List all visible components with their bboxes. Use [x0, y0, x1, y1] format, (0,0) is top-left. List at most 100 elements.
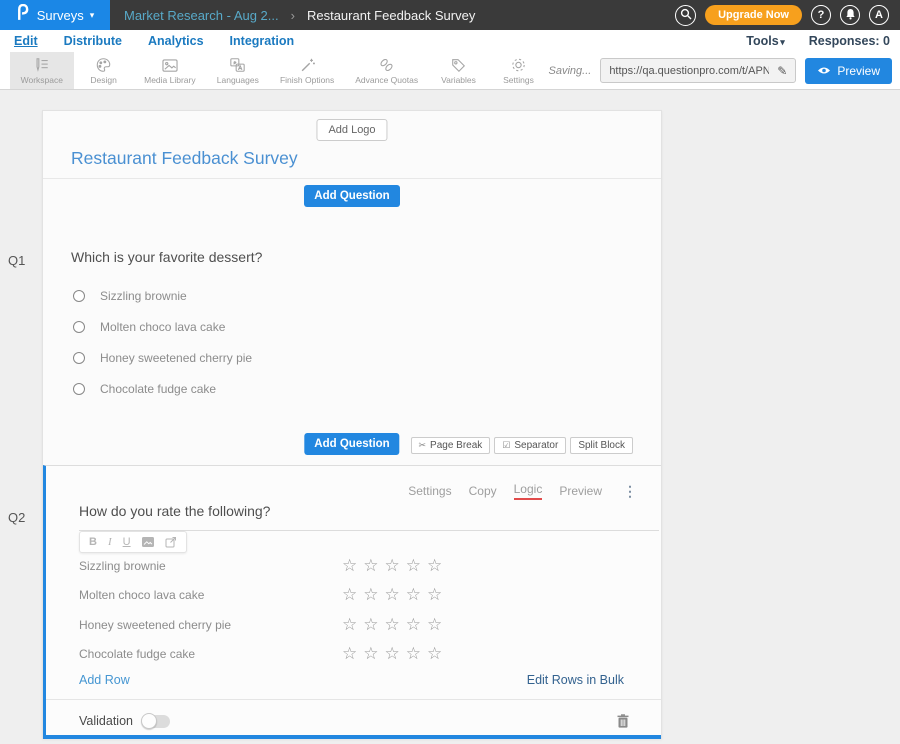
magic-wand-icon	[299, 56, 316, 73]
q2-footer-divider	[46, 699, 661, 700]
questionpro-logo-icon	[16, 4, 29, 26]
question-block-q2-selected[interactable]: Settings Copy Logic Preview ⋮ How do you…	[43, 465, 661, 739]
q2-preview-link[interactable]: Preview	[559, 484, 602, 498]
toolbar-item-finish-options[interactable]: Finish Options	[269, 52, 344, 89]
toggle-knob	[141, 713, 157, 729]
question-block-q1[interactable]: Which is your favorite dessert? Sizzling…	[43, 213, 661, 465]
q2-action-menu: Settings Copy Logic Preview ⋮	[408, 482, 637, 500]
validation-toggle[interactable]	[143, 715, 170, 728]
radio-icon[interactable]	[73, 321, 85, 333]
workspace-icon	[33, 56, 50, 73]
q2-question-input[interactable]: How do you rate the following?	[79, 503, 659, 531]
page-break-button[interactable]: ✂ Page Break	[411, 437, 491, 454]
insert-image-button[interactable]	[142, 537, 154, 547]
split-block-button[interactable]: Split Block	[570, 437, 633, 454]
breadcrumb-folder[interactable]: Market Research - Aug 2...	[124, 8, 279, 23]
q1-options: Sizzling brownie Molten choco lava cake …	[73, 289, 252, 396]
rating-row-3: Honey sweetened cherry pie ☆☆☆☆☆	[79, 610, 631, 640]
add-row-link[interactable]: Add Row	[79, 673, 130, 687]
edit-url-pencil-icon[interactable]: ✎	[769, 64, 795, 78]
survey-url-input[interactable]	[601, 65, 769, 77]
star-rating-icons[interactable]: ☆☆☆☆☆	[342, 585, 448, 605]
add-question-button-middle[interactable]: Add Question	[304, 433, 399, 455]
radio-icon[interactable]	[73, 290, 85, 302]
radio-icon[interactable]	[73, 383, 85, 395]
editor-toolbar: Workspace Design Media Library Languages…	[0, 52, 900, 90]
q1-question-text[interactable]: Which is your favorite dessert?	[71, 249, 262, 265]
add-question-button-top[interactable]: Add Question	[304, 185, 399, 207]
q2-copy-link[interactable]: Copy	[469, 484, 497, 498]
edit-rows-in-bulk-link[interactable]: Edit Rows in Bulk	[527, 673, 624, 687]
tab-distribute[interactable]: Distribute	[64, 34, 122, 48]
nav-tabs: Edit Distribute Analytics Integration	[14, 34, 294, 48]
chevron-down-icon: ▾	[90, 10, 95, 21]
chevron-down-icon: ▾	[780, 37, 785, 47]
toolbar-item-advance-quotas[interactable]: Advance Quotas	[345, 52, 429, 89]
q1-option-1[interactable]: Sizzling brownie	[73, 289, 252, 303]
search-button[interactable]	[675, 5, 696, 26]
q2-footer: Validation	[79, 706, 629, 736]
breadcrumb-chevron-icon: ›	[291, 8, 295, 23]
add-question-row-top: Add Question	[43, 179, 661, 213]
tools-menu[interactable]: Tools ▾	[746, 34, 784, 48]
insert-link-button[interactable]	[165, 536, 177, 548]
rating-row-2: Molten choco lava cake ☆☆☆☆☆	[79, 581, 631, 611]
rich-text-toolbar: B I U	[79, 531, 187, 553]
toolbar-item-workspace[interactable]: Workspace	[10, 52, 74, 89]
survey-title[interactable]: Restaurant Feedback Survey	[71, 148, 298, 169]
q2-logic-link[interactable]: Logic	[514, 482, 543, 500]
question-number-q1: Q1	[8, 253, 25, 268]
responses-count[interactable]: Responses: 0	[809, 34, 890, 48]
q2-settings-link[interactable]: Settings	[408, 484, 451, 498]
tab-analytics[interactable]: Analytics	[148, 34, 204, 48]
topbar: Surveys ▾ Market Research - Aug 2... › R…	[0, 0, 900, 30]
radio-icon[interactable]	[73, 352, 85, 364]
q1-option-4[interactable]: Chocolate fudge cake	[73, 382, 252, 396]
toolbar-item-languages[interactable]: Languages	[206, 52, 269, 89]
eye-icon	[817, 64, 831, 78]
notifications-button[interactable]	[840, 5, 860, 25]
q1-option-2[interactable]: Molten choco lava cake	[73, 320, 252, 334]
palette-icon	[95, 56, 112, 73]
toolbar-item-settings[interactable]: Settings	[489, 52, 549, 89]
star-rating-icons[interactable]: ☆☆☆☆☆	[342, 644, 448, 664]
gear-icon	[510, 56, 527, 73]
translate-icon	[229, 56, 246, 73]
bell-icon	[845, 8, 856, 23]
bold-button[interactable]: B	[89, 537, 97, 548]
q1-option-3[interactable]: Honey sweetened cherry pie	[73, 351, 252, 365]
italic-button[interactable]: I	[108, 537, 112, 548]
survey-card: Add Logo Restaurant Feedback Survey Add …	[42, 110, 662, 739]
tab-integration[interactable]: Integration	[230, 34, 295, 48]
tag-icon	[450, 56, 467, 73]
upgrade-now-button[interactable]: Upgrade Now	[705, 5, 802, 25]
surveys-menu[interactable]: Surveys ▾	[0, 0, 110, 30]
survey-header-section: Add Logo Restaurant Feedback Survey	[43, 111, 661, 179]
separator-icon: ☑	[502, 440, 510, 451]
toolbar-item-variables[interactable]: Variables	[429, 52, 489, 89]
breadcrumb: Market Research - Aug 2... › Restaurant …	[124, 8, 475, 23]
star-rating-icons[interactable]: ☆☆☆☆☆	[342, 556, 448, 576]
toolbar-item-media-library[interactable]: Media Library	[134, 52, 207, 89]
image-icon	[161, 56, 179, 73]
add-logo-button[interactable]: Add Logo	[316, 119, 387, 141]
saving-status: Saving...	[549, 65, 592, 77]
underline-button[interactable]: U	[123, 537, 131, 548]
trash-icon	[617, 714, 629, 728]
tab-edit[interactable]: Edit	[14, 34, 38, 48]
topbar-actions: Upgrade Now ? A	[675, 5, 900, 26]
delete-question-button[interactable]	[617, 714, 629, 728]
account-avatar[interactable]: A	[869, 5, 889, 25]
surveys-menu-label: Surveys	[37, 8, 84, 23]
toolbar-right: Saving... ✎ Preview	[549, 52, 900, 89]
survey-nav: Edit Distribute Analytics Integration To…	[0, 30, 900, 52]
kebab-menu-icon[interactable]: ⋮	[623, 483, 637, 500]
breadcrumb-survey-name: Restaurant Feedback Survey	[307, 8, 475, 23]
chain-link-icon	[378, 56, 395, 73]
preview-button[interactable]: Preview	[805, 58, 892, 84]
insert-actions-row: Add Question ✂ Page Break ☑ Separator Sp…	[43, 437, 661, 457]
separator-button[interactable]: ☑ Separator	[494, 437, 566, 454]
star-rating-icons[interactable]: ☆☆☆☆☆	[342, 615, 448, 635]
help-button[interactable]: ?	[811, 5, 831, 25]
toolbar-item-design[interactable]: Design	[74, 52, 134, 89]
